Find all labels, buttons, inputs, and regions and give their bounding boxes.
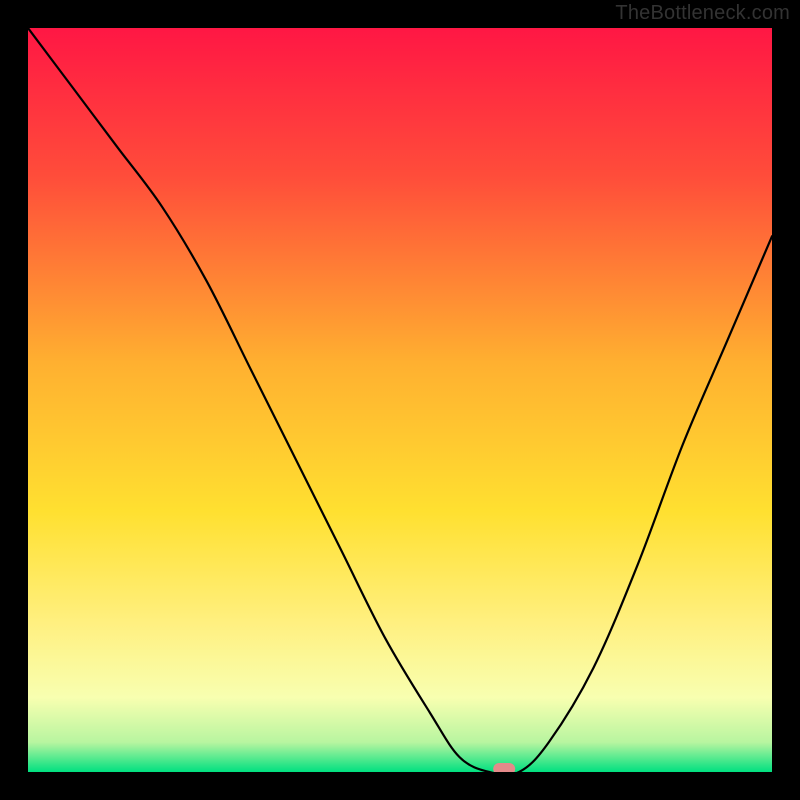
bottleneck-chart-svg [28, 28, 772, 772]
gradient-background [28, 28, 772, 772]
chart-container: TheBottleneck.com [0, 0, 800, 800]
plot-area [28, 28, 772, 772]
optimal-marker [493, 763, 515, 772]
watermark-text: TheBottleneck.com [615, 2, 790, 25]
